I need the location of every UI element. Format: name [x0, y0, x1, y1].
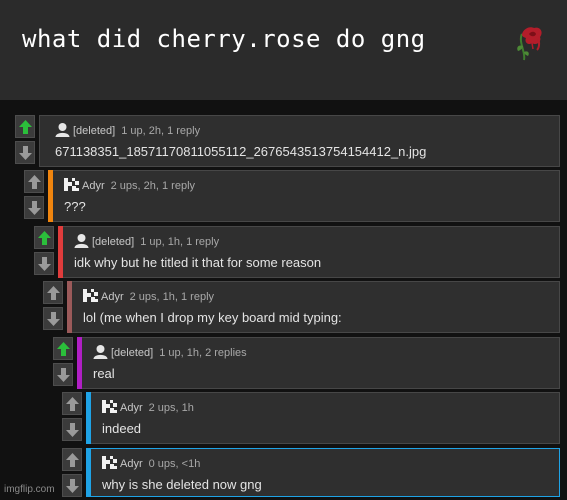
comment-stats: 1 up, 1h, 1 reply	[140, 236, 220, 248]
pixel-avatar-icon	[64, 178, 79, 191]
comment-username[interactable]: Adyr	[101, 291, 124, 303]
comment-panel: [deleted] 1 up, 1h, 2 replies real	[77, 337, 560, 389]
comment-meta: [deleted] 1 up, 1h, 2 replies	[93, 344, 247, 359]
down-arrow-icon	[66, 479, 79, 493]
down-arrow-icon	[19, 146, 32, 160]
downvote-button[interactable]	[53, 363, 73, 386]
comment-panel: Adyr 0 ups, <1h why is she deleted now gn…	[86, 448, 560, 497]
downvote-button[interactable]	[34, 252, 54, 275]
comment-panel: Adyr 2 ups, 1h indeed	[86, 392, 560, 444]
comment-username[interactable]: Adyr	[82, 180, 105, 192]
upvote-button[interactable]	[62, 448, 82, 471]
vote-buttons	[62, 392, 82, 444]
caption-header: what did cherry.rose do gng	[0, 0, 567, 100]
up-arrow-icon	[19, 120, 32, 134]
downvote-button[interactable]	[43, 307, 63, 330]
up-arrow-icon	[66, 453, 79, 467]
comment-text: real	[93, 366, 115, 381]
downvote-button[interactable]	[62, 474, 82, 497]
downvote-button[interactable]	[15, 141, 35, 164]
comment-meta: [deleted] 1 up, 2h, 1 reply	[55, 122, 200, 137]
person-icon	[55, 123, 70, 137]
comment-stats: 2 ups, 1h, 1 reply	[129, 291, 215, 303]
thread-accent-bar	[86, 448, 91, 497]
comment-text: lol (me when I drop my key board mid typ…	[83, 310, 342, 325]
comment-meta: Adyr 0 ups, <1h	[102, 455, 200, 470]
comment-meta: Adyr 2 ups, 1h	[102, 399, 194, 414]
thread-accent-bar	[67, 281, 72, 333]
comment-meta: [deleted] 1 up, 1h, 1 reply	[74, 233, 219, 248]
thread-accent-bar	[48, 170, 53, 222]
comment-text: indeed	[102, 421, 142, 436]
vote-buttons	[43, 281, 63, 333]
pixel-avatar-icon	[102, 400, 117, 413]
pixel-avatar-icon	[83, 289, 98, 302]
up-arrow-icon	[66, 397, 79, 411]
pixel-avatar-icon	[102, 456, 117, 469]
comment-text: 671138351_18571170811055112_267654351375…	[55, 144, 427, 159]
vote-buttons	[24, 170, 44, 222]
thread-accent-bar	[58, 226, 63, 278]
comment: Adyr 2 ups, 2h, 1 reply ???	[24, 170, 560, 222]
comment-stats: 1 up, 1h, 2 replies	[159, 347, 247, 359]
up-arrow-icon	[57, 342, 70, 356]
comment: Adyr 2 ups, 1h, 1 reply lol (me when I dr…	[43, 281, 560, 333]
down-arrow-icon	[66, 423, 79, 437]
vote-buttons	[15, 115, 35, 167]
thread-accent-bar	[86, 392, 91, 444]
upvote-button[interactable]	[62, 392, 82, 415]
comment-stats: 2 ups, 2h, 1 reply	[110, 180, 196, 192]
comment-username[interactable]: Adyr	[120, 458, 143, 470]
comment-stats: 0 ups, <1h	[148, 458, 201, 470]
person-icon	[74, 234, 89, 248]
caption-text: what did cherry.rose do gng	[22, 25, 426, 53]
comment-panel: [deleted] 1 up, 1h, 1 reply idk why but h…	[58, 226, 560, 278]
downvote-button[interactable]	[24, 196, 44, 219]
comment-meta: Adyr 2 ups, 2h, 1 reply	[64, 177, 195, 192]
down-arrow-icon	[28, 201, 41, 215]
thread-accent-bar	[77, 337, 82, 389]
comment-username[interactable]: [deleted]	[73, 125, 115, 137]
comment-text: ???	[64, 199, 86, 214]
wilted-rose-icon	[517, 27, 542, 61]
upvote-button[interactable]	[53, 337, 73, 360]
upvote-button[interactable]	[43, 281, 63, 304]
comment: Adyr 2 ups, 1h indeed	[62, 392, 560, 444]
upvote-button[interactable]	[34, 226, 54, 249]
upvote-button[interactable]	[24, 170, 44, 193]
comment-text: why is she deleted now gng	[102, 477, 262, 492]
comment: [deleted] 1 up, 1h, 1 reply idk why but h…	[34, 226, 560, 278]
comment-panel: [deleted] 1 up, 2h, 1 reply 671138351_185…	[39, 115, 560, 167]
person-icon	[93, 345, 108, 359]
vote-buttons	[62, 448, 82, 500]
comment-meta: Adyr 2 ups, 1h, 1 reply	[83, 288, 214, 303]
down-arrow-icon	[47, 312, 60, 326]
comment-panel: Adyr 2 ups, 2h, 1 reply ???	[48, 170, 560, 222]
comment: [deleted] 1 up, 1h, 2 replies real	[53, 337, 560, 389]
comment: [deleted] 1 up, 2h, 1 reply 671138351_185…	[15, 115, 560, 167]
comment-text: idk why but he titled it that for some r…	[74, 255, 322, 270]
down-arrow-icon	[57, 368, 70, 382]
watermark: imgflip.com	[4, 484, 55, 495]
upvote-button[interactable]	[15, 115, 35, 138]
up-arrow-icon	[47, 286, 60, 300]
up-arrow-icon	[38, 231, 51, 245]
vote-buttons	[34, 226, 54, 278]
comment-stats: 2 ups, 1h	[148, 402, 194, 414]
comment-username[interactable]: [deleted]	[92, 236, 134, 248]
comment-stats: 1 up, 2h, 1 reply	[121, 125, 201, 137]
up-arrow-icon	[28, 175, 41, 189]
downvote-button[interactable]	[62, 418, 82, 441]
vote-buttons	[53, 337, 73, 389]
down-arrow-icon	[38, 257, 51, 271]
comment: Adyr 0 ups, <1h why is she deleted now gn…	[62, 448, 560, 500]
comment-panel: Adyr 2 ups, 1h, 1 reply lol (me when I dr…	[67, 281, 560, 333]
comment-username[interactable]: Adyr	[120, 402, 143, 414]
comment-username[interactable]: [deleted]	[111, 347, 153, 359]
